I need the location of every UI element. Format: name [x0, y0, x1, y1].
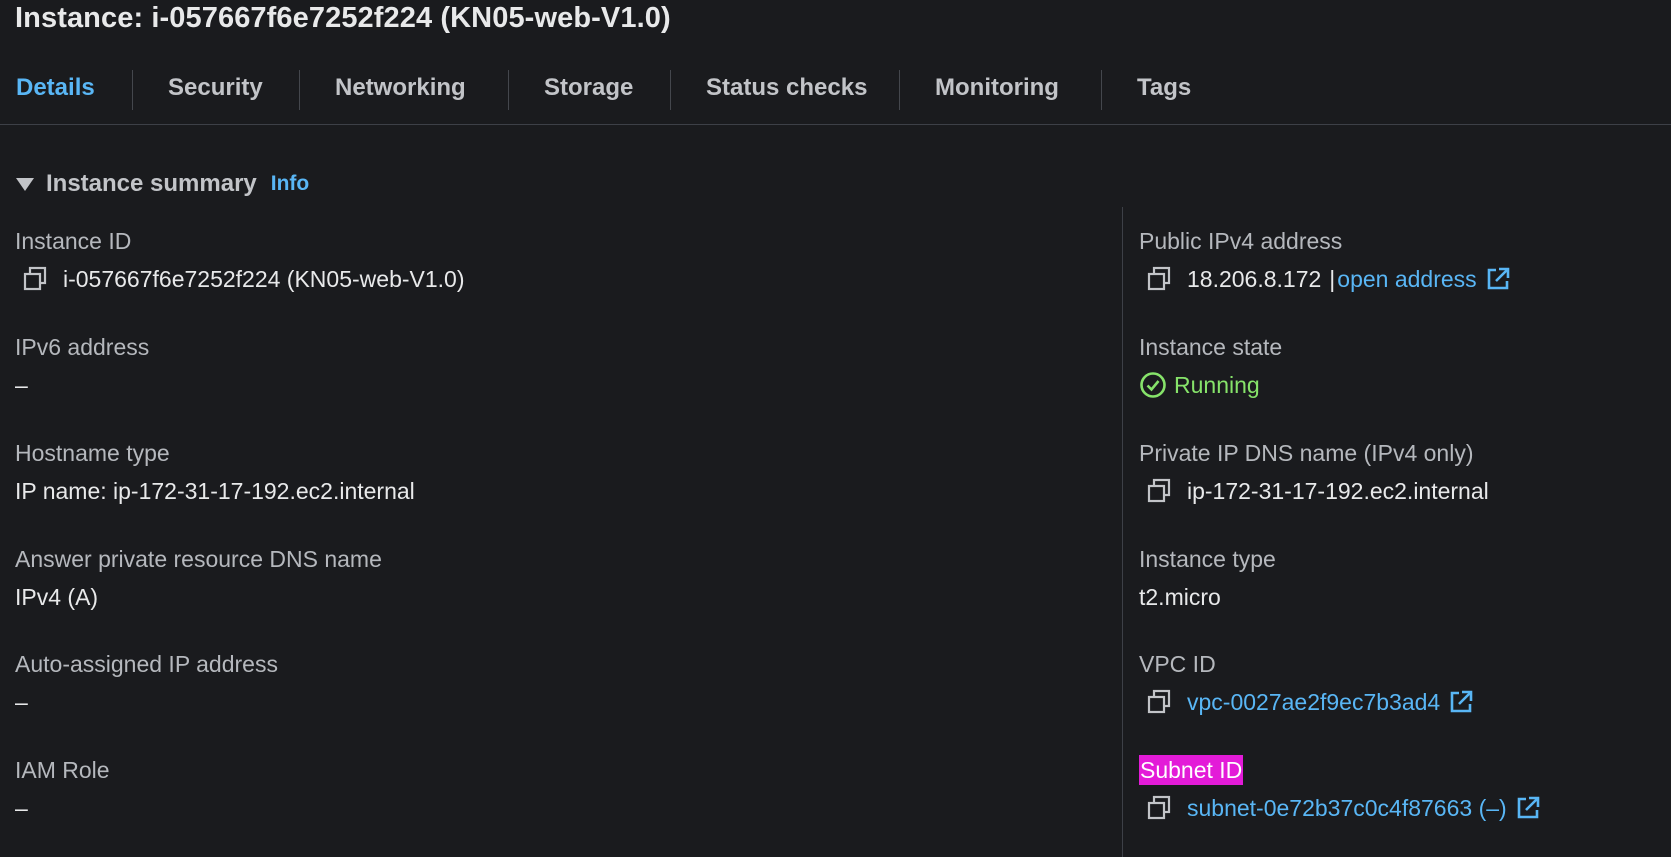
field-label: IPv6 address	[15, 334, 150, 360]
tab-divider	[299, 70, 300, 110]
field-vpc-id: VPC ID vpc-0027ae2f9ec7b3ad4	[1139, 649, 1474, 717]
field-hostname-type: Hostname type IP name: ip-172-31-17-192.…	[15, 438, 415, 506]
external-link-icon[interactable]	[1485, 266, 1511, 292]
tab-divider	[899, 70, 900, 110]
tab-networking[interactable]: Networking	[335, 74, 466, 102]
column-divider	[1122, 207, 1123, 857]
field-ipv6-address: IPv6 address –	[15, 332, 149, 400]
field-label: IAM Role	[15, 757, 110, 783]
field-label: Private IP DNS name (IPv4 only)	[1139, 440, 1474, 466]
copy-icon[interactable]	[1145, 477, 1173, 505]
field-instance-state: Instance state Running	[1139, 332, 1282, 400]
hostname-type-value: IP name: ip-172-31-17-192.ec2.internal	[15, 477, 415, 504]
field-instance-id: Instance ID i-057667f6e7252f224 (KN05-we…	[15, 226, 465, 294]
field-private-dns: Private IP DNS name (IPv4 only) ip-172-3…	[1139, 438, 1489, 506]
tab-security[interactable]: Security	[168, 74, 263, 102]
field-label-highlighted: Subnet ID	[1139, 755, 1244, 785]
tab-divider	[1101, 70, 1102, 110]
auto-ip-value: –	[15, 688, 28, 715]
caret-down-icon[interactable]	[16, 177, 34, 191]
section-title[interactable]: Instance summary	[46, 170, 257, 198]
field-label: Answer private resource DNS name	[15, 546, 382, 572]
copy-icon[interactable]	[1145, 688, 1173, 716]
field-label: VPC ID	[1139, 651, 1216, 677]
field-label: Public IPv4 address	[1139, 228, 1343, 254]
field-label: Instance type	[1139, 546, 1276, 572]
ipv6-value: –	[15, 371, 28, 398]
copy-icon[interactable]	[21, 265, 49, 293]
separator: |	[1329, 265, 1336, 292]
field-answer-dns: Answer private resource DNS name IPv4 (A…	[15, 544, 382, 612]
tab-monitoring[interactable]: Monitoring	[935, 74, 1059, 102]
field-label: Hostname type	[15, 440, 170, 466]
public-ipv4-value: 18.206.8.172	[1187, 265, 1322, 292]
open-address-link[interactable]: open address	[1337, 266, 1476, 293]
field-instance-type: Instance type t2.micro	[1139, 544, 1276, 612]
tab-storage[interactable]: Storage	[544, 74, 633, 102]
vpc-id-link[interactable]: vpc-0027ae2f9ec7b3ad4	[1187, 689, 1440, 716]
field-subnet-id: Subnet ID subnet-0e72b37c0c4f87663 (–)	[1139, 755, 1541, 823]
tab-details[interactable]: Details	[16, 74, 95, 102]
field-label: Instance ID	[15, 228, 132, 254]
field-label: Instance state	[1139, 334, 1283, 360]
check-circle-icon	[1139, 371, 1167, 399]
instance-details-page: Instance: i-057667f6e7252f224 (KN05-web-…	[0, 0, 1671, 857]
external-link-icon[interactable]	[1448, 689, 1474, 715]
private-dns-value: ip-172-31-17-192.ec2.internal	[1187, 477, 1489, 504]
field-iam-role: IAM Role –	[15, 755, 110, 823]
page-title: Instance: i-057667f6e7252f224 (KN05-web-…	[15, 2, 671, 34]
field-label: Auto-assigned IP address	[15, 651, 278, 677]
copy-icon[interactable]	[1145, 265, 1173, 293]
instance-state-value: Running	[1174, 371, 1260, 398]
instance-summary-header: Instance summary Info	[16, 168, 309, 200]
tab-bar: Details Security Networking Storage Stat…	[0, 60, 1671, 125]
instance-type-value: t2.micro	[1139, 583, 1221, 610]
tab-divider	[508, 70, 509, 110]
answer-dns-value: IPv4 (A)	[15, 583, 99, 610]
tab-tags[interactable]: Tags	[1137, 74, 1191, 102]
copy-icon[interactable]	[1145, 794, 1173, 822]
tab-status-checks[interactable]: Status checks	[706, 74, 867, 102]
subnet-id-link[interactable]: subnet-0e72b37c0c4f87663 (–)	[1187, 795, 1507, 822]
iam-role-value: –	[15, 794, 28, 821]
tab-divider	[132, 70, 133, 110]
field-public-ipv4: Public IPv4 address 18.206.8.172 | open …	[1139, 226, 1511, 294]
instance-id-value: i-057667f6e7252f224 (KN05-web-V1.0)	[63, 265, 465, 292]
info-link[interactable]: Info	[271, 172, 309, 196]
external-link-icon[interactable]	[1515, 795, 1541, 821]
field-auto-assigned-ip: Auto-assigned IP address –	[15, 649, 278, 717]
tab-divider	[670, 70, 671, 110]
